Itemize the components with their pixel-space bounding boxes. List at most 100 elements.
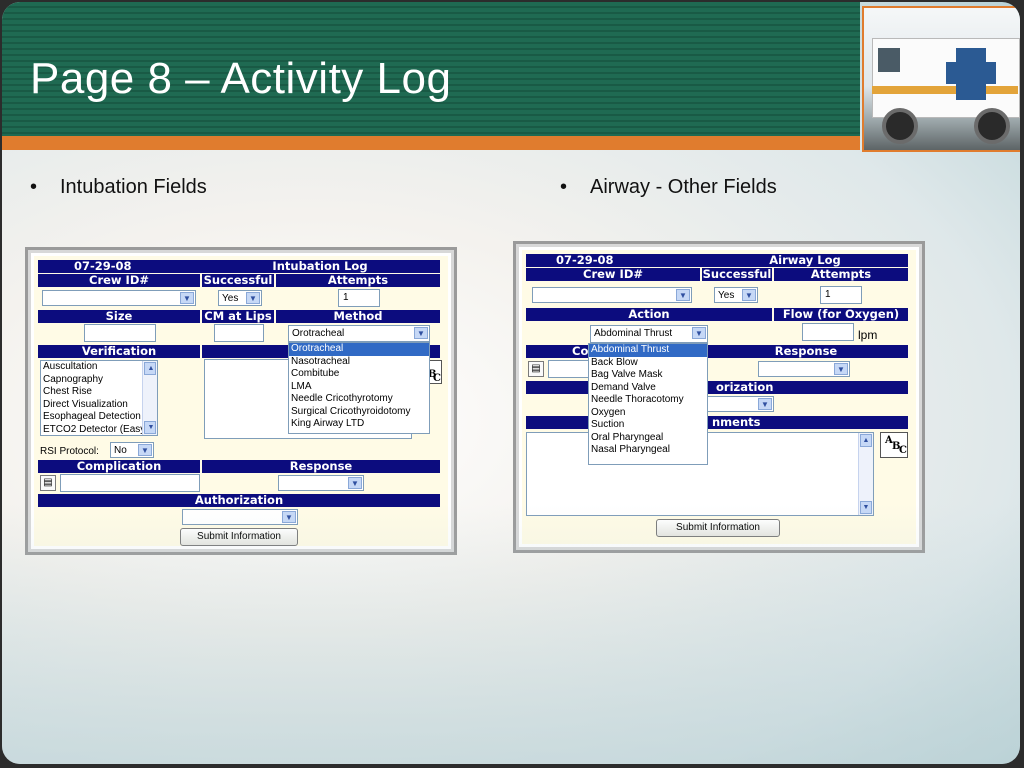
crew-id-header: Crew ID#: [38, 274, 200, 287]
method-option[interactable]: Nasotracheal: [289, 356, 429, 369]
scrollbar[interactable]: ▲ ▼: [142, 361, 157, 435]
scroll-down-icon[interactable]: ▼: [144, 421, 156, 434]
clipboard-icon[interactable]: ▤: [528, 361, 544, 377]
bullet-dot: •: [30, 176, 38, 198]
method-option[interactable]: Orotracheal: [289, 343, 429, 356]
intubation-date: 07-29-08: [38, 260, 200, 273]
bullet-intubation-text: Intubation Fields: [60, 176, 207, 198]
verification-listbox[interactable]: Auscultation Capnography Chest Rise Dire…: [40, 360, 158, 436]
complication-header: Complication: [38, 460, 200, 473]
intubation-log-title: Intubation Log: [200, 260, 440, 273]
method-option[interactable]: King Airway LTD: [289, 418, 429, 431]
airway-screenshot: 07-29-08 Airway Log Crew ID# Successful …: [513, 241, 925, 553]
list-item[interactable]: Chest Rise: [41, 386, 157, 399]
attempts-header: Attempts: [276, 274, 440, 287]
rsi-value: No: [114, 445, 127, 456]
chevron-down-icon: ▼: [742, 289, 756, 301]
airway-authorization-header: orization: [526, 381, 908, 394]
submit-information-button[interactable]: Submit Information: [180, 528, 298, 546]
method-select[interactable]: Orotracheal ▼: [288, 325, 430, 342]
action-option[interactable]: Oral Pharyngeal: [589, 432, 707, 445]
airway-date: 07-29-08: [526, 254, 702, 267]
verification-header: Verification: [38, 345, 200, 358]
action-select[interactable]: Abdominal Thrust ▼: [590, 325, 708, 343]
method-dropdown-list[interactable]: Orotracheal Nasotracheal Combitube LMA N…: [288, 342, 430, 434]
action-option[interactable]: Abdominal Thrust: [589, 344, 707, 357]
bullet-airway: • Airway - Other Fields: [560, 176, 777, 199]
chevron-down-icon: ▼: [348, 477, 362, 489]
airway-log-title: Airway Log: [702, 254, 908, 267]
airway-successful-select[interactable]: Yes ▼: [714, 287, 758, 303]
airway-attempts-header: Attempts: [774, 268, 908, 281]
bullet-intubation: • Intubation Fields: [30, 176, 207, 199]
cm-at-lips-header: CM at Lips: [202, 310, 274, 323]
wheel-icon: [974, 108, 1010, 144]
airway-submit-information-button[interactable]: Submit Information: [656, 519, 780, 537]
airway-response-header: Response: [704, 345, 908, 358]
action-option[interactable]: Needle Thoracotomy: [589, 394, 707, 407]
bullet-dot: •: [560, 176, 568, 198]
crew-id-select[interactable]: ▼: [42, 290, 196, 306]
method-option[interactable]: Combitube: [289, 368, 429, 381]
response-header: Response: [202, 460, 440, 473]
action-option[interactable]: Demand Valve: [589, 382, 707, 395]
airway-attempts-input[interactable]: 1: [820, 286, 862, 304]
scroll-up-icon[interactable]: ▲: [860, 434, 872, 447]
authorization-select[interactable]: ▼: [182, 509, 298, 525]
successful-select[interactable]: Yes ▼: [218, 290, 262, 306]
response-select[interactable]: ▼: [278, 475, 364, 491]
complication-input[interactable]: [60, 474, 200, 492]
successful-value: Yes: [222, 293, 239, 304]
intubation-form: 07-29-08 Intubation Log Crew ID# Success…: [34, 256, 448, 546]
rsi-protocol-label: RSI Protocol:: [40, 446, 99, 457]
ambulance-stripe: [872, 86, 1018, 94]
page-title: Page 8 – Activity Log: [30, 54, 452, 103]
chevron-down-icon: ▼: [758, 398, 772, 410]
list-item[interactable]: Auscultation: [41, 361, 157, 374]
list-item[interactable]: Esophageal Detection: [41, 411, 157, 424]
ambulance-window: [878, 48, 900, 72]
size-input[interactable]: [84, 324, 156, 342]
flow-input[interactable]: [802, 323, 854, 341]
action-option[interactable]: Nasal Pharyngeal: [589, 444, 707, 457]
action-option[interactable]: Oxygen: [589, 407, 707, 420]
method-value: Orotracheal: [292, 328, 345, 339]
chevron-down-icon: ▼: [180, 292, 194, 304]
banner-accent-stripe: [2, 136, 860, 150]
flow-unit-label: lpm: [858, 328, 878, 342]
authorization-header: Authorization: [38, 494, 440, 507]
attempts-value: 1: [343, 292, 349, 303]
ambulance-photo: [862, 6, 1020, 152]
airway-crew-id-select[interactable]: ▼: [532, 287, 692, 303]
chevron-down-icon: ▼: [676, 289, 690, 301]
list-item[interactable]: ETCO2 Detector (Easy: [41, 424, 157, 436]
action-option[interactable]: Back Blow: [589, 357, 707, 370]
size-header: Size: [38, 310, 200, 323]
cm-at-lips-input[interactable]: [214, 324, 264, 342]
wheel-icon: [882, 108, 918, 144]
spellcheck-abc-icon[interactable]: ABC: [880, 432, 908, 458]
slide: Page 8 – Activity Log • Intubation Fields…: [2, 2, 1020, 764]
chevron-down-icon: ▼: [246, 292, 260, 304]
list-item[interactable]: Direct Visualization: [41, 399, 157, 412]
method-option[interactable]: LMA: [289, 381, 429, 394]
method-option[interactable]: Surgical Cricothyroidotomy: [289, 406, 429, 419]
scroll-up-icon[interactable]: ▲: [144, 362, 156, 375]
attempts-input[interactable]: 1: [338, 289, 380, 307]
clipboard-icon[interactable]: ▤: [40, 475, 56, 491]
action-dropdown-list[interactable]: Abdominal Thrust Back Blow Bag Valve Mas…: [588, 343, 708, 465]
chevron-down-icon: ▼: [834, 363, 848, 375]
method-header: Method: [276, 310, 440, 323]
scroll-down-icon[interactable]: ▼: [860, 501, 872, 514]
airway-authorization-select[interactable]: ▼: [702, 396, 774, 412]
airway-response-select[interactable]: ▼: [758, 361, 850, 377]
scrollbar[interactable]: ▲ ▼: [858, 433, 873, 515]
action-option[interactable]: Bag Valve Mask: [589, 369, 707, 382]
method-option[interactable]: Needle Cricothyrotomy: [289, 393, 429, 406]
airway-attempts-value: 1: [825, 289, 831, 300]
rsi-protocol-select[interactable]: No ▼: [110, 442, 154, 458]
action-value: Abdominal Thrust: [594, 328, 673, 339]
list-item[interactable]: Capnography: [41, 374, 157, 387]
chevron-down-icon: ▼: [414, 327, 428, 339]
action-option[interactable]: Suction: [589, 419, 707, 432]
